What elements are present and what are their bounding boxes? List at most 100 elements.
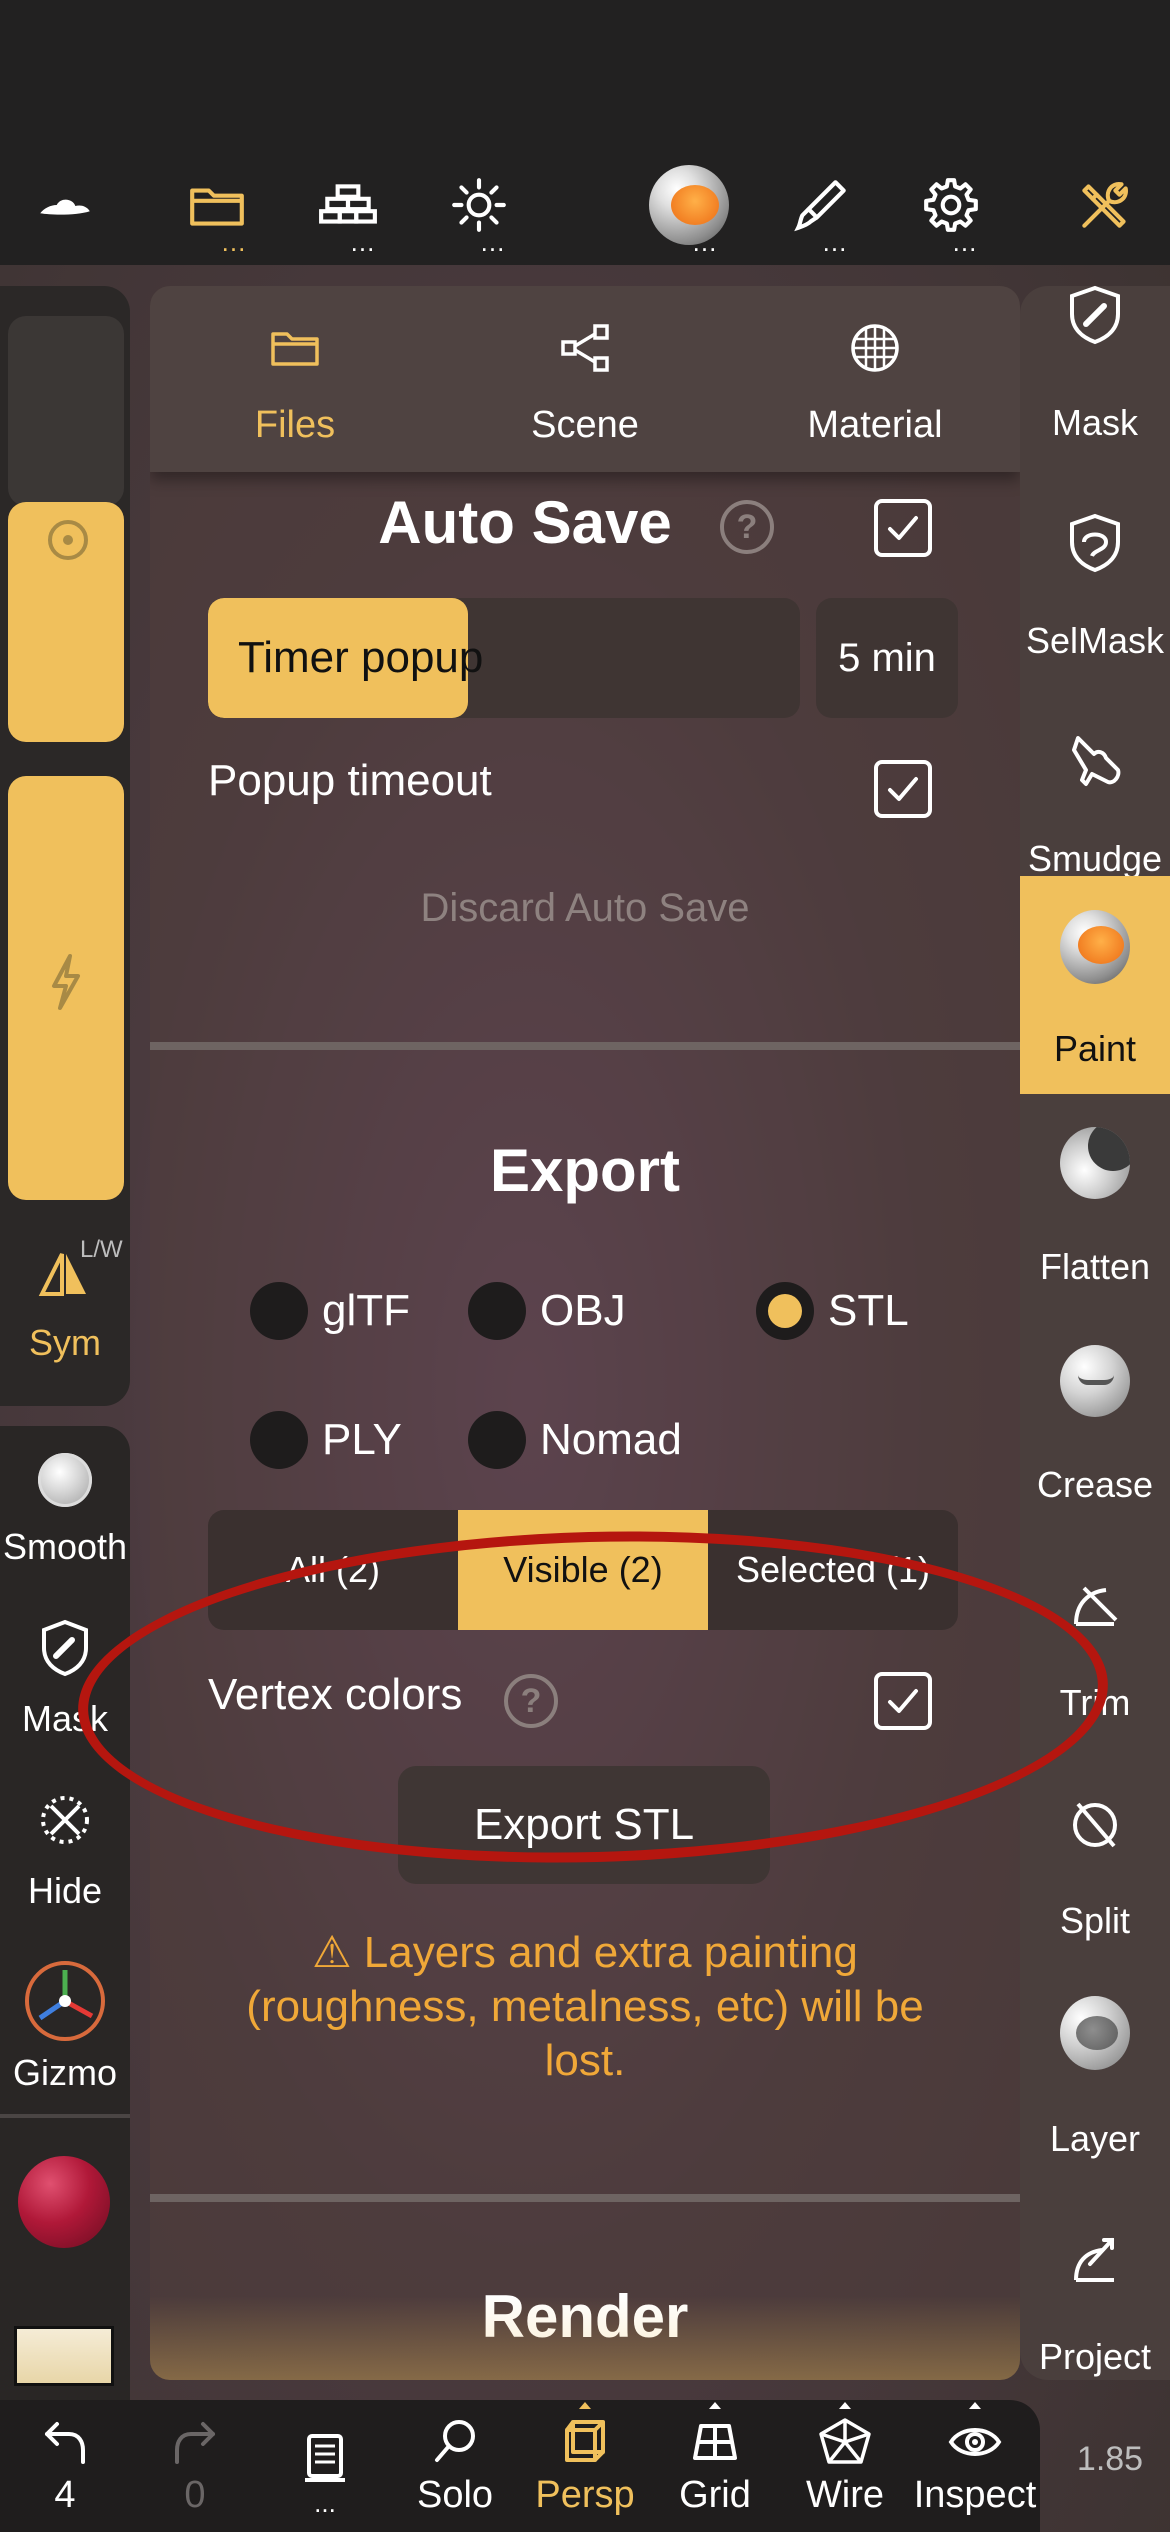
wire-label: Wire — [805, 2474, 885, 2516]
export-warning: ⚠ Layers and extra painting (roughness, … — [246, 1928, 924, 2085]
scope-all[interactable]: All (2) — [208, 1510, 458, 1630]
tools-icon[interactable] — [1060, 160, 1150, 250]
tool-project-label: Project — [1038, 2336, 1152, 2377]
wire-caret-icon — [839, 2402, 851, 2409]
radio-dot — [250, 1282, 308, 1340]
format-gltf-label: glTF — [322, 1286, 410, 1335]
radio-dot — [468, 1411, 526, 1469]
popup-timeout-label: Popup timeout — [208, 756, 492, 805]
panel-bottom-fade — [150, 2296, 1020, 2380]
redo-button[interactable]: 0 — [130, 2412, 260, 2532]
tool-selmask[interactable]: SelMask — [1020, 468, 1170, 686]
format-ply-radio[interactable]: PLY — [250, 1405, 430, 1475]
hat-icon[interactable] — [20, 160, 110, 250]
solo-label: Solo — [416, 2474, 494, 2516]
tool-smudge-label: Smudge — [1027, 838, 1163, 879]
tab-scene[interactable]: Scene — [440, 286, 730, 472]
persp-caret-icon — [579, 2402, 591, 2409]
auto-save-title: Auto Save — [378, 489, 672, 556]
tab-files[interactable]: Files — [150, 286, 440, 472]
smooth-label[interactable]: Smooth — [0, 1526, 130, 1568]
scope-visible[interactable]: Visible (2) — [458, 1510, 708, 1630]
undo-count: 4 — [54, 2474, 76, 2516]
sym-badge: L/W — [80, 1236, 123, 1263]
eye-icon — [945, 2412, 1005, 2472]
left-rail-divider — [0, 2114, 130, 2118]
smooth-icon[interactable] — [35, 1450, 95, 1510]
auto-save-checkbox[interactable] — [874, 499, 932, 557]
sym-label[interactable]: Sym — [0, 1322, 130, 1364]
tool-split[interactable]: Split — [1020, 1748, 1170, 1966]
redo-count: 0 — [184, 2474, 206, 2516]
crease-icon — [1060, 1345, 1130, 1417]
checkmark-icon — [888, 516, 918, 540]
solo-button[interactable]: Solo — [390, 2412, 520, 2532]
mask-shield-icon[interactable] — [35, 1618, 95, 1678]
vertex-colors-checkbox[interactable] — [874, 1672, 932, 1730]
color-swatch[interactable] — [18, 2156, 110, 2248]
tool-smudge[interactable]: Smudge — [1020, 686, 1170, 904]
discard-auto-save-button[interactable]: Discard Auto Save — [150, 886, 1020, 931]
gizmo-icon[interactable] — [20, 1956, 110, 2046]
radius-slider[interactable] — [8, 316, 124, 506]
export-stl-button[interactable]: Export STL — [398, 1766, 770, 1884]
timer-popup-label: Timer popup — [238, 633, 484, 682]
persp-label: Persp — [535, 2474, 635, 2516]
timer-popup-slider[interactable]: Timer popup — [208, 598, 800, 718]
tool-crease[interactable]: Crease — [1020, 1312, 1170, 1530]
zoom-readout: 1.85 — [1076, 2440, 1144, 2478]
lightning-icon — [52, 954, 80, 1010]
grid-label: Grid — [679, 2474, 751, 2516]
inspect-label: Inspect — [913, 2474, 1037, 2516]
tool-flatten[interactable]: Flatten — [1020, 1094, 1170, 1312]
popup-timeout-checkbox[interactable] — [874, 760, 932, 818]
vertex-colors-help-icon[interactable]: ? — [504, 1674, 558, 1728]
undo-button[interactable]: 4 — [0, 2412, 130, 2532]
left-rail-tools: Smooth Mask Hide Gizmo — [0, 1426, 130, 2426]
top-toolbar: ... ... ... ... ... ... — [0, 0, 1170, 265]
trim-icon — [1060, 1570, 1130, 1640]
format-gltf-radio[interactable]: glTF — [250, 1276, 430, 1346]
format-obj-label: OBJ — [540, 1286, 626, 1335]
mask-label[interactable]: Mask — [0, 1698, 130, 1740]
notes-button[interactable]: ... — [260, 2412, 390, 2532]
tool-trim[interactable]: Trim — [1020, 1530, 1170, 1748]
scope-selected[interactable]: Selected (1) — [708, 1510, 958, 1630]
inspect-caret-icon — [969, 2402, 981, 2409]
format-obj-radio[interactable]: OBJ — [468, 1276, 648, 1346]
gizmo-label[interactable]: Gizmo — [0, 2052, 130, 2094]
hide-label[interactable]: Hide — [0, 1870, 130, 1912]
tool-mask[interactable]: Mask — [1020, 250, 1170, 468]
section-divider — [150, 2194, 1020, 2202]
tab-material[interactable]: Material — [730, 286, 1020, 472]
radio-dot — [468, 1282, 526, 1340]
radius-fill[interactable] — [8, 502, 124, 742]
wire-button[interactable]: Wire — [780, 2412, 910, 2532]
format-stl-label: STL — [828, 1286, 909, 1335]
tab-material-label: Material — [807, 404, 943, 446]
smudge-icon — [1060, 726, 1130, 796]
hide-icon[interactable] — [35, 1790, 95, 1850]
tool-project[interactable]: Project — [1020, 2184, 1170, 2402]
wireframe-icon — [815, 2412, 875, 2472]
settings-more-indicator: ... — [952, 227, 978, 257]
tool-paint[interactable]: Paint — [1020, 876, 1170, 1094]
format-nomad-radio[interactable]: Nomad — [468, 1405, 708, 1475]
export-title: Export — [489, 1137, 681, 1204]
auto-save-help-icon[interactable]: ? — [720, 500, 774, 554]
split-icon — [1060, 1788, 1130, 1858]
grid-button[interactable]: Grid — [650, 2412, 780, 2532]
material-swatch[interactable] — [14, 2326, 114, 2386]
persp-button[interactable]: Persp — [520, 2412, 650, 2532]
checkmark-icon — [888, 1689, 918, 1713]
section-divider — [150, 1042, 1020, 1050]
timer-value[interactable]: 5 min — [816, 598, 958, 718]
intensity-slider[interactable] — [8, 776, 124, 1200]
project-icon — [1060, 2224, 1130, 2294]
inspect-button[interactable]: Inspect — [910, 2412, 1040, 2532]
grid-icon — [685, 2412, 745, 2472]
folder-icon — [271, 332, 319, 366]
checkmark-icon — [888, 777, 918, 801]
tool-layer[interactable]: Layer — [1020, 1966, 1170, 2184]
format-stl-radio[interactable]: STL — [756, 1276, 936, 1346]
